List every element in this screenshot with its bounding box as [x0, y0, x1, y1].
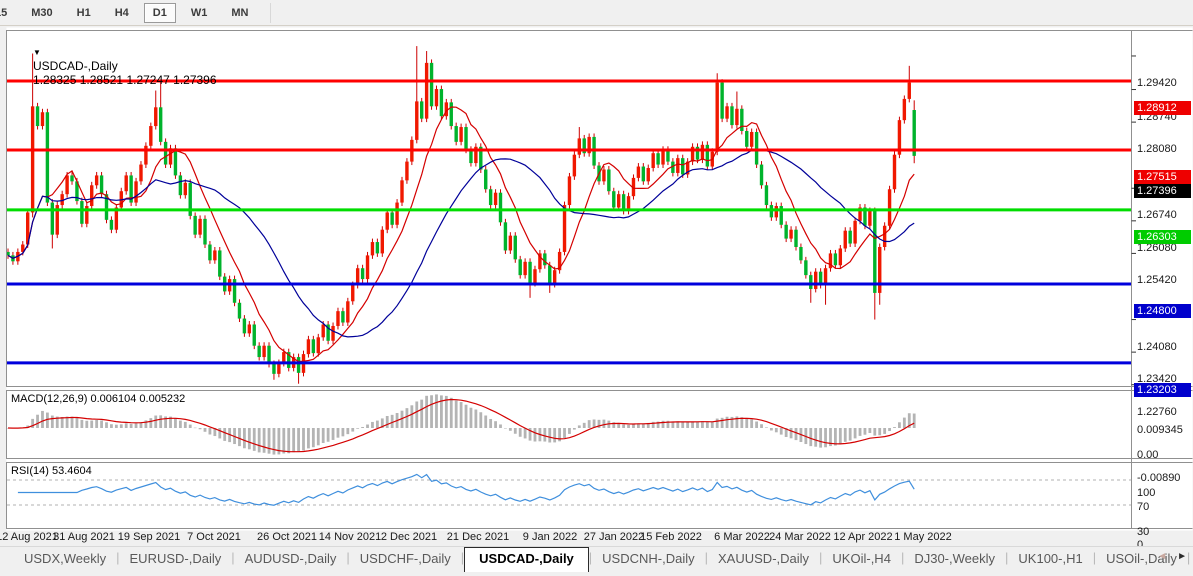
date-axis-label: 2 Dec 2021: [381, 531, 437, 543]
indicator-axis-label: 30: [1137, 526, 1149, 538]
tab-scroll-arrows: ◄ ►: [1157, 551, 1187, 562]
chart-title-ohlc: 1.28325 1.28521 1.27247 1.27396: [33, 73, 217, 87]
indicator-axis-label: 100: [1137, 487, 1155, 499]
timeframe-button-m30[interactable]: M30: [22, 3, 61, 23]
price-badge-1.26303: 1.26303: [1134, 230, 1191, 244]
chart-window: ▼ USDCAD-,Daily 1.28325 1.28521 1.27247 …: [0, 27, 1193, 546]
tab-audusd-daily[interactable]: AUDUSD-,Daily: [235, 548, 347, 570]
timeframe-button-h4[interactable]: H4: [106, 3, 138, 23]
date-axis-label: 1 May 2022: [894, 531, 951, 543]
price-badge-1.24800: 1.24800: [1134, 304, 1191, 318]
date-axis-label: 12 Aug 2021: [0, 531, 58, 543]
date-axis-label: 15 Feb 2022: [640, 531, 702, 543]
price-badge-1.27515: 1.27515: [1134, 170, 1191, 184]
date-axis-label: 31 Aug 2021: [53, 531, 115, 543]
date-axis-label: 14 Nov 2021: [319, 531, 381, 543]
indicator-axis-label: -0.00890: [1137, 472, 1180, 484]
date-axis-label: 19 Sep 2021: [118, 531, 180, 543]
symbol-tab-bar: USDX,Weekly|EURUSD-,Daily|AUDUSD-,Daily|…: [0, 546, 1193, 576]
tab-usdchf-daily[interactable]: USDCHF-,Daily: [350, 548, 461, 570]
price-axis-label: 1.25420: [1137, 274, 1177, 286]
timeframe-button-w1[interactable]: W1: [182, 3, 217, 23]
tab-scroll-left-icon[interactable]: ◄: [1157, 551, 1167, 562]
symbol-dropdown-icon: ▼: [33, 48, 41, 57]
date-axis-label: 12 Apr 2022: [833, 531, 892, 543]
date-axis-label: 7 Oct 2021: [187, 531, 241, 543]
price-axis-label: 1.29420: [1137, 77, 1177, 89]
indicator-axis-label: 0.00: [1137, 449, 1158, 461]
price-axis-label: 1.22760: [1137, 406, 1177, 418]
rsi-indicator-label: RSI(14) 53.4604: [11, 465, 92, 477]
tab-usdx-weekly[interactable]: USDX,Weekly: [14, 548, 116, 570]
timeframe-button-d1[interactable]: D1: [144, 3, 176, 23]
timeframe-button-h1[interactable]: H1: [68, 3, 100, 23]
date-axis-label: 6 Mar 2022: [714, 531, 770, 543]
price-badge-1.23203: 1.23203: [1134, 383, 1191, 397]
price-badge-1.27396: 1.27396: [1134, 184, 1191, 198]
tab-ukoil-h4[interactable]: UKOil-,H4: [822, 548, 901, 570]
indicator-axis-label: 0.009345: [1137, 424, 1183, 436]
tab-usdcnh-daily[interactable]: USDCNH-,Daily: [592, 548, 704, 570]
price-axis-label: 1.26740: [1137, 209, 1177, 221]
chart-title-symbol: USDCAD-,Daily: [33, 59, 118, 73]
tab-dj30-weekly[interactable]: DJ30-,Weekly: [904, 548, 1005, 570]
timeframe-button-mn[interactable]: MN: [222, 3, 257, 23]
date-axis-label: 9 Jan 2022: [523, 531, 577, 543]
tab-usdcad-daily[interactable]: USDCAD-,Daily: [464, 547, 589, 572]
timeframe-toolbar: 15 M30 H1 H4 D1 W1MN: [0, 0, 1193, 26]
price-chart-canvas[interactable]: [0, 27, 1193, 576]
trading-terminal-window: 15 M30 H1 H4 D1 W1MN ▼ USDCAD-,Daily 1.28325 …: [0, 0, 1193, 576]
tab-scroll-right-icon[interactable]: ►: [1177, 551, 1187, 562]
toolbar-divider: [270, 3, 271, 23]
timeframe-button-15[interactable]: 15: [0, 3, 16, 23]
date-axis-label: 27 Jan 2022: [584, 531, 645, 543]
date-axis-label: 21 Dec 2021: [447, 531, 509, 543]
tab-xauusd-daily[interactable]: XAUUSD-,Daily: [708, 548, 819, 570]
price-badge-1.28912: 1.28912: [1134, 101, 1191, 115]
date-axis-label: 26 Oct 2021: [257, 531, 317, 543]
price-axis-label: 1.28080: [1137, 143, 1177, 155]
indicator-axis-label: 70: [1137, 501, 1149, 513]
tab-eurusd-daily[interactable]: EURUSD-,Daily: [120, 548, 232, 570]
tab-uk100-h1[interactable]: UK100-,H1: [1008, 548, 1092, 570]
date-axis-label: 24 Mar 2022: [769, 531, 831, 543]
chart-title: ▼ USDCAD-,Daily 1.28325 1.28521 1.27247 …: [13, 31, 217, 101]
price-axis-label: 1.24080: [1137, 341, 1177, 353]
macd-indicator-label: MACD(12,26,9) 0.006104 0.005232: [11, 393, 185, 405]
